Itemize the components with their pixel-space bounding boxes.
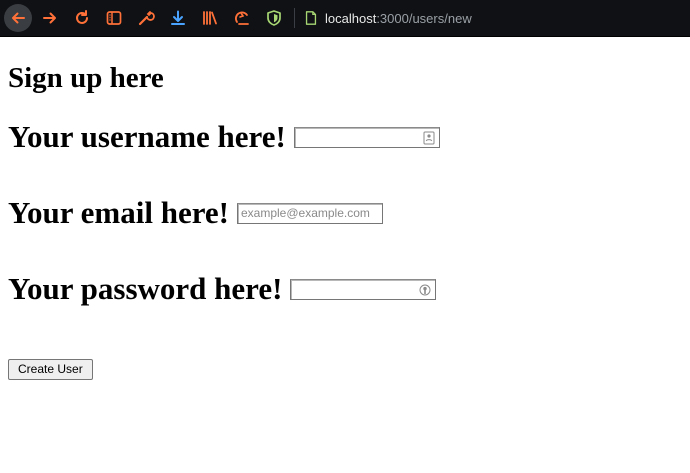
create-user-button[interactable]: Create User (8, 359, 93, 380)
url-bar[interactable]: localhost:3000/users/new (303, 4, 472, 32)
downloads-button[interactable] (164, 4, 192, 32)
reload-button[interactable] (68, 4, 96, 32)
sync-icon (235, 11, 249, 25)
email-row: Your email here! example@example.com (8, 195, 682, 231)
password-label: Your password here! (8, 271, 283, 306)
url-text[interactable]: localhost:3000/users/new (325, 11, 472, 26)
sync-button[interactable] (228, 4, 256, 32)
username-row: Your username here! (8, 119, 682, 155)
back-icon (12, 12, 25, 24)
password-input[interactable] (290, 278, 437, 300)
reload-icon (76, 10, 88, 24)
email-input[interactable]: example@example.com (236, 202, 383, 224)
tracking-protection-button[interactable] (260, 4, 288, 32)
email-placeholder: example@example.com (240, 206, 370, 220)
forward-button[interactable] (36, 4, 64, 32)
tools-icon (138, 11, 155, 26)
page-title: Sign up here (8, 62, 164, 94)
forward-icon (43, 12, 56, 24)
password-row: Your password here! (8, 271, 682, 307)
reader-view-icon (106, 11, 122, 25)
username-input[interactable] (293, 126, 440, 148)
page-icon (305, 11, 317, 25)
key-icon (419, 284, 431, 295)
library-button[interactable] (196, 4, 224, 32)
toolbar-separator (294, 8, 295, 28)
downloads-icon (171, 10, 185, 25)
reader-view-button[interactable] (100, 4, 128, 32)
url-host: localhost (325, 10, 377, 26)
shield-icon (267, 10, 281, 26)
email-label: Your email here! (8, 195, 229, 230)
library-icon (203, 11, 217, 25)
username-label: Your username here! (8, 119, 286, 154)
contact-card-icon (423, 131, 435, 144)
page-content: Sign up here Your username here! Your em… (0, 61, 690, 380)
browser-toolbar: localhost:3000/users/new (0, 0, 690, 37)
url-path: :3000/users/new (376, 10, 472, 26)
back-button[interactable] (4, 4, 32, 32)
tools-button[interactable] (132, 4, 160, 32)
